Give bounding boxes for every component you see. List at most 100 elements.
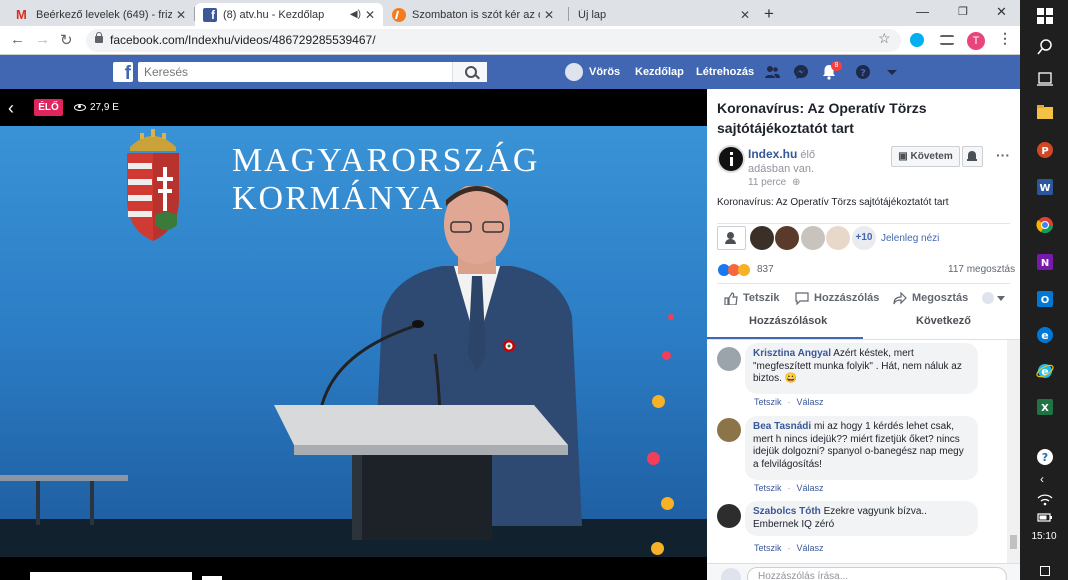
system-clock[interactable]: 15:10 (1020, 531, 1068, 542)
watch-as-dropdown-icon[interactable] (981, 291, 1009, 305)
help-icon[interactable]: ? (855, 64, 871, 80)
search-input[interactable]: Keresés (138, 62, 487, 82)
speaker-icon[interactable]: ◀) (350, 9, 361, 20)
comment-like-link[interactable]: Tetszik (754, 397, 782, 407)
wifi-icon[interactable] (1036, 490, 1054, 508)
follow-button[interactable]: ▣ Követem (891, 146, 960, 167)
viewer-avatar[interactable] (826, 226, 850, 250)
skype-extension-icon[interactable] (910, 33, 924, 47)
edge-icon[interactable]: e (1036, 326, 1054, 344)
page-avatar[interactable] (717, 145, 745, 173)
back-icon[interactable]: ← (10, 31, 25, 48)
powerpoint-icon[interactable]: P (1036, 141, 1054, 159)
chrome-icon[interactable] (1036, 216, 1054, 234)
profile-avatar[interactable]: T (967, 32, 985, 50)
reactions-count[interactable]: 837 (757, 264, 774, 275)
close-tab-icon[interactable]: ✕ (365, 8, 375, 22)
browser-tab-facebook[interactable]: f (8) atv.hu - Kezdőlap ◀) ✕ (195, 3, 383, 26)
restore-icon[interactable]: ❐ (958, 5, 968, 18)
like-button[interactable]: Tetszik (743, 292, 779, 304)
profile-avatar[interactable] (565, 63, 583, 81)
comment-scrollbar[interactable] (1007, 340, 1020, 563)
help-icon[interactable]: ? (1036, 448, 1054, 466)
outlook-icon[interactable]: O (1036, 290, 1054, 308)
file-explorer-icon[interactable] (1036, 103, 1054, 121)
share-icon[interactable] (893, 292, 907, 305)
nav-create[interactable]: Létrehozás (696, 66, 754, 78)
viewer-avatar[interactable] (750, 226, 774, 250)
live-badge: ÉLŐ (34, 99, 63, 116)
show-hidden-icons[interactable]: ‹ (1040, 472, 1044, 486)
browser-tab-new[interactable]: Új lap ✕ (570, 3, 758, 26)
like-icon[interactable] (724, 292, 738, 305)
friends-icon[interactable] (764, 64, 780, 80)
messenger-icon[interactable] (793, 64, 809, 80)
comment-reply-link[interactable]: Válasz (797, 483, 824, 493)
new-tab-icon[interactable]: + (764, 4, 774, 24)
word-icon[interactable]: W (1036, 178, 1054, 196)
internet-explorer-icon[interactable]: e (1036, 362, 1054, 380)
commenter-avatar[interactable] (717, 418, 741, 442)
commenter-avatar[interactable] (717, 347, 741, 371)
reaction-icons[interactable] (717, 263, 757, 277)
task-view-icon[interactable] (1036, 70, 1054, 88)
close-tab-icon[interactable]: ✕ (740, 8, 750, 22)
address-bar[interactable]: facebook.com/Indexhu/videos/486729285539… (86, 29, 901, 52)
add-friend-icon[interactable] (717, 226, 746, 250)
watching-label[interactable]: Jelenleg nézi (881, 233, 939, 244)
nav-home[interactable]: Kezdőlap (635, 66, 684, 78)
comment-author[interactable]: Bea Tasnádi (753, 421, 811, 432)
forward-icon[interactable]: → (35, 31, 50, 48)
search-icon[interactable] (1036, 38, 1054, 56)
follow-icon: ▣ (898, 151, 911, 162)
close-tab-icon[interactable]: ✕ (176, 8, 186, 22)
account-menu-icon[interactable] (884, 64, 900, 80)
video-progress-bar[interactable] (30, 572, 192, 580)
comment-button[interactable]: Hozzászólás (814, 292, 879, 304)
battery-icon[interactable] (1036, 508, 1054, 526)
comment-reply-link[interactable]: Válasz (797, 543, 824, 553)
comment-list: Krisztina Angyal Azért késtek, mert "meg… (707, 342, 1007, 572)
search-icon[interactable] (452, 62, 487, 82)
comment-input[interactable]: Hozzászólás írása... (747, 567, 1007, 580)
action-center-icon[interactable] (1040, 566, 1050, 576)
nav-profile[interactable]: Vörös (589, 66, 620, 78)
onenote-icon[interactable]: N (1036, 253, 1054, 271)
more-options-icon[interactable]: ··· (996, 147, 1010, 163)
close-window-icon[interactable]: ✕ (996, 4, 1007, 20)
viewer-avatar[interactable] (775, 226, 799, 250)
tab-comments[interactable]: Hozzászólások (749, 315, 827, 327)
excel-icon[interactable]: X (1036, 398, 1054, 416)
facebook-header: f Keresés Vörös Kezdőlap Létrehozás 8 ? (0, 55, 1020, 89)
facebook-logo[interactable]: f (113, 62, 133, 82)
notification-bell-button[interactable] (962, 146, 983, 167)
back-arrow-icon[interactable]: ‹ (8, 98, 14, 119)
minimize-icon[interactable]: — (916, 4, 929, 19)
shares-count[interactable]: 117 megosztás (948, 264, 1015, 275)
commenter-avatar[interactable] (717, 504, 741, 528)
more-viewers-badge[interactable]: +10 (852, 226, 876, 250)
bookmark-star-icon[interactable]: ☆ (878, 30, 891, 47)
reload-icon[interactable]: ↻ (60, 31, 73, 49)
scroll-thumb[interactable] (1010, 535, 1017, 549)
video-player[interactable]: MAGYARORSZÁG KORMÁNYA ‹ ÉLŐ 27,9 E (0, 89, 707, 580)
share-button[interactable]: Megosztás (912, 292, 968, 304)
comment-like-link[interactable]: Tetszik (754, 543, 782, 553)
browser-tab-gmail[interactable]: Beérkező levelek (649) - frizbi.vo ✕ (8, 3, 194, 26)
page-byline: Index.hu élő adásban van. (748, 147, 858, 176)
video-control[interactable] (202, 576, 222, 580)
comment-reply-link[interactable]: Válasz (797, 397, 824, 407)
comment-author[interactable]: Krisztina Angyal (753, 348, 831, 359)
comment-icon[interactable] (795, 292, 809, 305)
comment-author[interactable]: Szabolcs Tóth (753, 506, 821, 517)
browser-tab-atv[interactable]: Szombaton is szót kér az operati ✕ (384, 3, 562, 26)
close-tab-icon[interactable]: ✕ (544, 8, 554, 22)
comment-like-link[interactable]: Tetszik (754, 483, 782, 493)
eye-icon (74, 104, 86, 111)
viewer-avatar[interactable] (801, 226, 825, 250)
windows-start-icon[interactable] (1036, 7, 1054, 25)
tab-following[interactable]: Következő (916, 315, 971, 327)
reading-list-icon[interactable] (940, 35, 954, 45)
page-name-link[interactable]: Index.hu (748, 147, 797, 161)
chrome-menu-icon[interactable]: ⋮ (998, 30, 1012, 47)
